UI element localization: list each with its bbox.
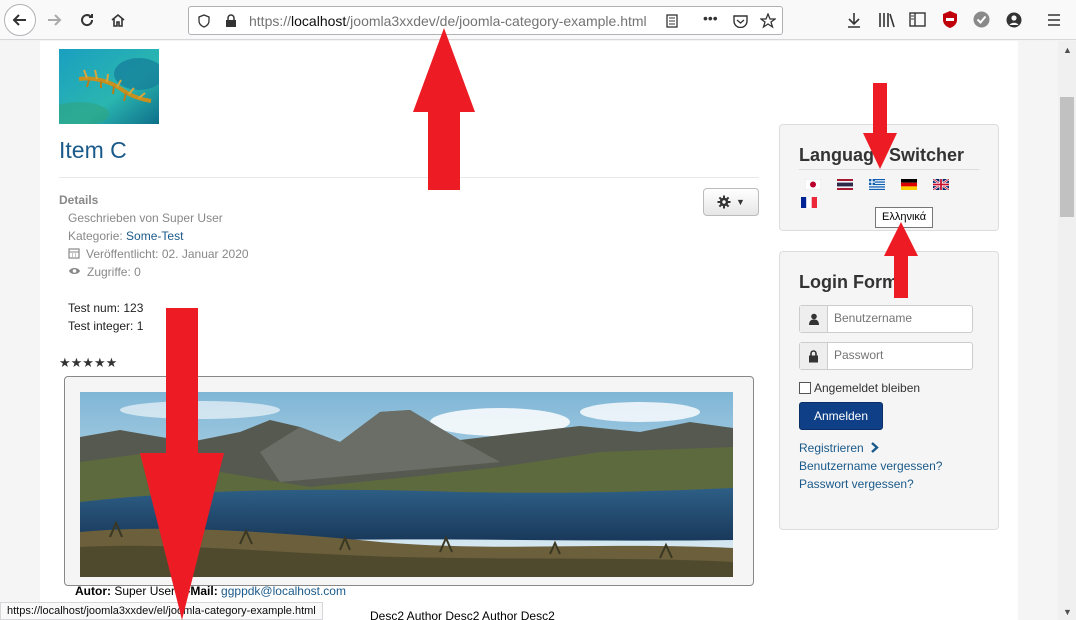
arrow-left-icon (12, 14, 26, 26)
url-prefix: https:// (249, 13, 292, 29)
reader-view-icon[interactable] (665, 14, 679, 28)
published-line: Veröffentlicht: 02. Januar 2020 (68, 247, 249, 261)
calendar-icon (68, 248, 80, 259)
user-icon (800, 306, 828, 332)
register-link[interactable]: Registrieren (799, 441, 879, 455)
flag-uk-icon[interactable] (933, 179, 949, 190)
page-actions-icon[interactable]: ••• (703, 10, 718, 26)
annotation-arrow-up-large (413, 28, 475, 190)
home-icon (111, 13, 125, 27)
shield-icon (198, 14, 210, 28)
remember-checkbox[interactable] (799, 382, 811, 394)
sidebar-icon[interactable] (909, 12, 926, 27)
title-divider (59, 177, 759, 178)
lock-icon (800, 343, 828, 369)
article-tools-button[interactable]: ▼ (703, 188, 759, 216)
library-icon[interactable] (878, 12, 896, 28)
article-thumbnail-image[interactable] (59, 49, 159, 124)
annotation-arrow-down-large (140, 308, 224, 620)
lock-icon (226, 14, 236, 27)
flag-germany-icon[interactable] (901, 179, 917, 190)
flag-thailand-icon[interactable] (837, 179, 853, 190)
remember-me[interactable]: Angemeldet bleiben (799, 381, 920, 395)
url-bar[interactable]: https://localhost/joomla3xxdev/de/joomla… (188, 6, 783, 35)
chevron-right-icon (871, 442, 879, 453)
details-heading: Details (59, 193, 99, 207)
eye-icon (69, 268, 80, 274)
menu-icon[interactable] (1047, 13, 1061, 27)
ublock-icon[interactable] (942, 10, 958, 29)
module-divider (799, 169, 979, 170)
home-button[interactable] (104, 6, 132, 34)
pocket-icon[interactable] (733, 14, 748, 28)
annotation-arrow-up-small (884, 222, 918, 298)
flag-greece-icon[interactable] (869, 179, 885, 190)
remember-label: Angemeldet bleiben (814, 381, 921, 395)
test-integer-field: Test integer: 1 (68, 319, 144, 333)
back-button[interactable] (4, 4, 36, 36)
forward-button[interactable] (40, 6, 68, 34)
password-field[interactable] (799, 342, 973, 370)
url-host: localhost (291, 13, 347, 29)
category-link[interactable]: Some-Test (126, 229, 183, 243)
url-path: /joomla3xxdev/de/joomla-category-example… (346, 13, 647, 29)
annotation-arrow-down-small (863, 83, 897, 169)
flag-japan-icon[interactable] (805, 179, 821, 190)
author-description: Desc2 Author Desc2 Author Desc2 (370, 609, 555, 620)
forgot-username-link[interactable]: Benutzername vergessen? (799, 459, 942, 473)
hits-line: Zugriffe: 0 (68, 265, 141, 279)
scroll-up-icon[interactable]: ▲ (1063, 45, 1072, 55)
url-text: https://localhost/joomla3xxdev/de/joomla… (249, 13, 647, 29)
rating-stars[interactable]: ★★★★★ (59, 355, 117, 371)
password-input[interactable] (834, 348, 964, 362)
written-by-text: Geschrieben von Super User (68, 211, 223, 225)
hits-text: Zugriffe: 0 (87, 265, 141, 279)
forgot-password-link[interactable]: Passwort vergessen? (799, 477, 914, 491)
email-link[interactable]: ggppdk@localhost.com (221, 584, 346, 598)
scroll-thumb[interactable] (1060, 97, 1074, 217)
scroll-down-icon[interactable]: ▼ (1063, 607, 1072, 617)
reload-button[interactable] (73, 6, 101, 34)
arrow-right-icon (48, 14, 62, 26)
article-title[interactable]: Item C (59, 137, 127, 164)
browser-toolbar: https://localhost/joomla3xxdev/de/joomla… (0, 0, 1076, 40)
checkmark-extension-icon[interactable] (973, 11, 990, 28)
vertical-scrollbar[interactable]: ▲ ▼ (1058, 41, 1076, 620)
account-icon[interactable] (1006, 12, 1022, 28)
username-input[interactable] (834, 311, 964, 325)
login-button[interactable]: Anmelden (799, 402, 883, 430)
bookmark-star-icon[interactable] (760, 13, 776, 29)
download-icon[interactable] (846, 12, 862, 28)
gear-icon (717, 195, 731, 209)
register-label: Registrieren (799, 441, 864, 455)
test-num-field: Test num: 123 (68, 301, 144, 315)
flag-france-icon[interactable] (801, 197, 817, 208)
category-line: Kategorie: Some-Test (68, 229, 183, 243)
caret-down-icon: ▼ (736, 197, 745, 207)
author-label: Autor: (75, 584, 111, 598)
username-field[interactable] (799, 305, 973, 333)
category-label: Kategorie: (68, 229, 127, 243)
published-text: Veröffentlicht: 02. Januar 2020 (86, 247, 249, 261)
reload-icon (81, 14, 94, 27)
